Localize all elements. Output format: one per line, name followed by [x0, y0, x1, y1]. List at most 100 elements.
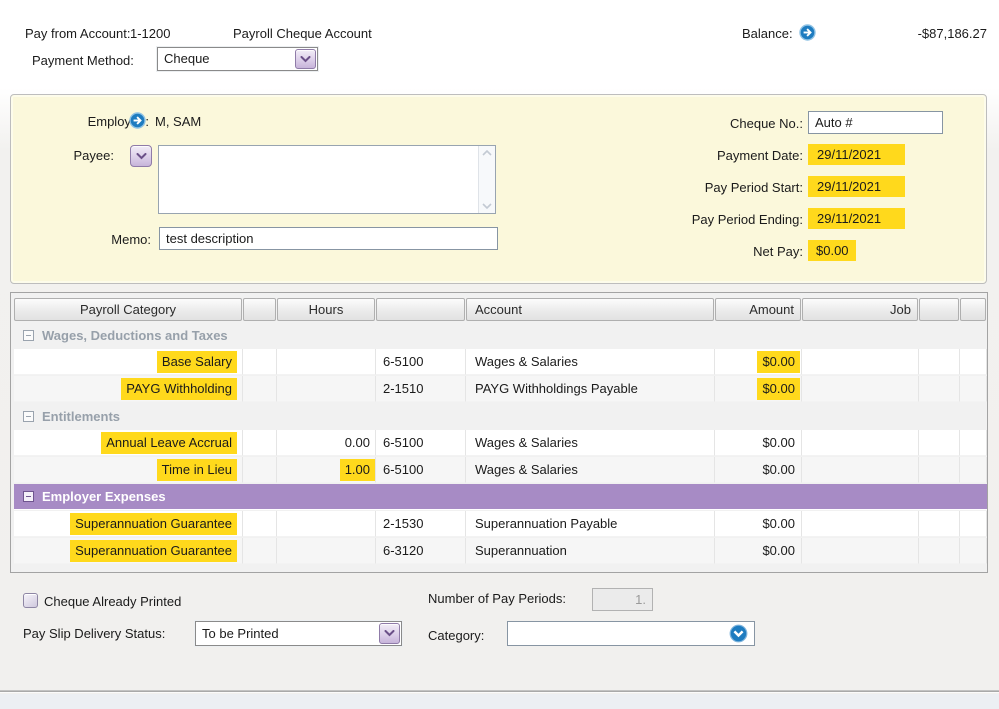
hours-cell[interactable]: [277, 538, 376, 564]
account-name-cell[interactable]: Wages & Salaries: [466, 349, 715, 375]
amount-cell[interactable]: $0.00: [715, 511, 802, 537]
blank-cell[interactable]: [919, 349, 960, 375]
blank-cell[interactable]: [960, 511, 987, 537]
pay-period-ending-value[interactable]: 29/11/2021: [808, 208, 905, 229]
payment-method-dropdown-button[interactable]: [295, 49, 316, 69]
group-header-row[interactable]: Wages, Deductions and Taxes: [14, 322, 987, 348]
highlighted-value: Time in Lieu: [157, 459, 237, 481]
account-name-cell[interactable]: Superannuation Payable: [466, 511, 715, 537]
category-cell[interactable]: Time in Lieu: [14, 457, 243, 483]
blank-cell[interactable]: [243, 430, 277, 456]
column-header-payroll-category[interactable]: Payroll Category: [14, 298, 242, 321]
account-name-cell[interactable]: Wages & Salaries: [466, 430, 715, 456]
employee-zoom-arrow-icon[interactable]: [129, 112, 146, 129]
blank-cell[interactable]: [919, 376, 960, 402]
account-name-cell[interactable]: Wages & Salaries: [466, 457, 715, 483]
blank-cell[interactable]: [919, 511, 960, 537]
pay-period-start-value[interactable]: 29/11/2021: [808, 176, 905, 197]
payroll-table-header: Payroll Category Hours AccountAmountJob: [14, 298, 987, 321]
cheque-already-printed-checkbox[interactable]: [23, 593, 38, 608]
job-cell[interactable]: [802, 538, 919, 564]
payroll-row[interactable]: Superannuation Guarantee 2-1530Superannua…: [14, 511, 987, 537]
job-cell[interactable]: [802, 430, 919, 456]
hours-cell[interactable]: [277, 376, 376, 402]
hours-cell[interactable]: [277, 349, 376, 375]
account-name-cell[interactable]: PAYG Withholdings Payable: [466, 376, 715, 402]
column-header-blank-7[interactable]: [919, 298, 959, 321]
payroll-row[interactable]: Base Salary 6-5100Wages & Salaries$0.00: [14, 349, 987, 375]
amount-cell[interactable]: $0.00: [715, 376, 802, 402]
pay-slip-dropdown-button[interactable]: [379, 623, 400, 644]
blank-cell[interactable]: [960, 538, 987, 564]
pay-slip-delivery-status-select[interactable]: To be Printed: [195, 621, 402, 646]
column-header-hours[interactable]: Hours: [277, 298, 375, 321]
category-input[interactable]: [507, 621, 755, 646]
collapse-group-icon[interactable]: [23, 491, 34, 502]
account-code-cell[interactable]: 6-5100: [376, 457, 466, 483]
amount-cell[interactable]: $0.00: [715, 349, 802, 375]
blank-cell[interactable]: [243, 349, 277, 375]
blank-cell[interactable]: [960, 349, 987, 375]
blank-cell[interactable]: [960, 430, 987, 456]
column-header-blank-8[interactable]: [960, 298, 986, 321]
blank-cell[interactable]: [960, 457, 987, 483]
column-header-blank-3[interactable]: [376, 298, 465, 321]
blank-cell[interactable]: [243, 457, 277, 483]
amount-cell[interactable]: $0.00: [715, 538, 802, 564]
column-header-account[interactable]: Account: [466, 298, 714, 321]
job-cell[interactable]: [802, 376, 919, 402]
category-cell[interactable]: Annual Leave Accrual: [14, 430, 243, 456]
memo-input[interactable]: [159, 227, 498, 250]
collapse-group-icon[interactable]: [23, 411, 34, 422]
payee-dropdown-button[interactable]: [130, 145, 152, 167]
category-cell[interactable]: PAYG Withholding: [14, 376, 243, 402]
job-cell[interactable]: [802, 457, 919, 483]
payee-textarea[interactable]: [158, 145, 496, 214]
payment-method-select[interactable]: Cheque: [157, 47, 318, 71]
payee-scrollbar[interactable]: [478, 146, 495, 213]
cheque-already-printed-label: Cheque Already Printed: [44, 594, 181, 610]
payroll-row[interactable]: Annual Leave Accrual 0.006-5100Wages & Sa…: [14, 430, 987, 456]
blank-cell[interactable]: [960, 376, 987, 402]
account-code-cell[interactable]: 6-5100: [376, 430, 466, 456]
hours-cell[interactable]: 1.00: [277, 457, 376, 483]
cheque-no-input[interactable]: [808, 111, 943, 134]
group-header-row[interactable]: Employer Expenses: [14, 484, 987, 510]
account-code-cell[interactable]: 6-5100: [376, 349, 466, 375]
group-header-row[interactable]: Entitlements: [14, 403, 987, 429]
amount-cell[interactable]: $0.00: [715, 430, 802, 456]
job-cell[interactable]: [802, 511, 919, 537]
category-select-list-icon[interactable]: [729, 624, 748, 643]
blank-cell[interactable]: [919, 430, 960, 456]
payroll-row[interactable]: Superannuation Guarantee 6-3120Superannua…: [14, 538, 987, 564]
pay-from-account-name: Payroll Cheque Account: [233, 26, 372, 42]
hours-cell[interactable]: [277, 511, 376, 537]
payment-date-value[interactable]: 29/11/2021: [808, 144, 905, 165]
account-name-cell[interactable]: Superannuation: [466, 538, 715, 564]
payroll-row[interactable]: Time in Lieu 1.006-5100Wages & Salaries$0…: [14, 457, 987, 483]
blank-cell[interactable]: [919, 457, 960, 483]
amount-cell[interactable]: $0.00: [715, 457, 802, 483]
balance-zoom-arrow-icon[interactable]: [799, 24, 816, 41]
account-code-cell[interactable]: 6-3120: [376, 538, 466, 564]
blank-cell[interactable]: [243, 511, 277, 537]
job-cell[interactable]: [802, 349, 919, 375]
blank-cell[interactable]: [243, 376, 277, 402]
account-code-cell[interactable]: 2-1510: [376, 376, 466, 402]
memo-label: Memo:: [51, 232, 151, 248]
collapse-group-icon[interactable]: [23, 330, 34, 341]
blank-cell[interactable]: [919, 538, 960, 564]
scroll-up-icon[interactable]: [482, 150, 492, 156]
category-cell[interactable]: Base Salary: [14, 349, 243, 375]
category-cell[interactable]: Superannuation Guarantee: [14, 538, 243, 564]
highlighted-value: Base Salary: [157, 351, 237, 373]
category-cell[interactable]: Superannuation Guarantee: [14, 511, 243, 537]
payroll-row[interactable]: PAYG Withholding 2-1510PAYG Withholdings …: [14, 376, 987, 402]
column-header-amount[interactable]: Amount: [715, 298, 801, 321]
account-code-cell[interactable]: 2-1530: [376, 511, 466, 537]
column-header-job[interactable]: Job: [802, 298, 918, 321]
blank-cell[interactable]: [243, 538, 277, 564]
hours-cell[interactable]: 0.00: [277, 430, 376, 456]
scroll-down-icon[interactable]: [482, 203, 492, 209]
column-header-blank-1[interactable]: [243, 298, 276, 321]
